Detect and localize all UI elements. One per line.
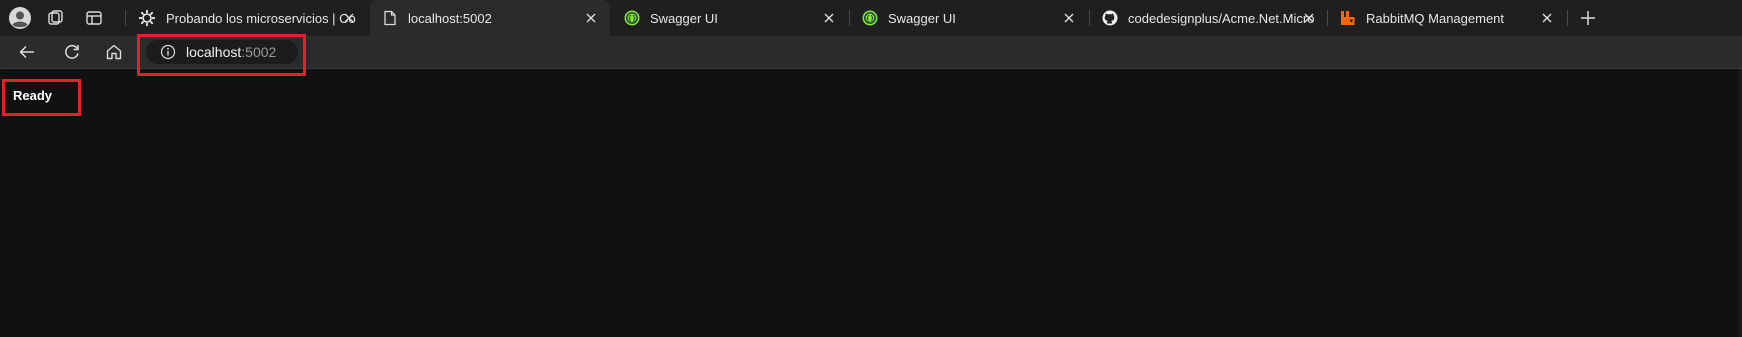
tab-title: Swagger UI <box>650 10 718 26</box>
swagger-icon: {} <box>862 10 878 26</box>
close-tab-icon[interactable] <box>340 9 358 27</box>
page-icon <box>384 10 396 26</box>
rabbitmq-icon <box>1341 11 1355 25</box>
home-button[interactable] <box>99 38 129 66</box>
svg-text:{}: {} <box>628 15 636 23</box>
page-content <box>4 69 1742 337</box>
tab-title: localhost:5002 <box>408 10 492 26</box>
tab-rabbitmq[interactable]: RabbitMQ Management <box>1328 0 1566 36</box>
tab-github[interactable]: codedesignplus/Acme.Net.Micros <box>1090 0 1328 36</box>
tab-localhost[interactable]: localhost:5002 <box>370 0 610 36</box>
tab-title: RabbitMQ Management <box>1366 10 1505 26</box>
home-icon <box>106 44 122 60</box>
refresh-button[interactable] <box>57 38 87 66</box>
refresh-icon <box>65 44 79 59</box>
close-tab-icon[interactable] <box>1060 9 1078 27</box>
tab-title: Probando los microservicios | Codi <box>166 10 356 26</box>
svg-text:{}: {} <box>866 15 874 23</box>
tab-title: codedesignplus/Acme.Net.Micros <box>1128 10 1314 26</box>
swagger-icon: {} <box>624 10 640 26</box>
close-tab-icon[interactable] <box>1538 9 1556 27</box>
profile-button[interactable] <box>4 3 36 33</box>
ready-highlight-box <box>2 79 81 116</box>
tab-probando[interactable]: Probando los microservicios | Codi <box>126 0 368 36</box>
tab-actions-icon <box>86 11 102 25</box>
tab-swagger-2[interactable]: {} Swagger UI <box>850 0 1088 36</box>
close-tab-icon[interactable] <box>1300 9 1318 27</box>
tab-title: Swagger UI <box>888 10 956 26</box>
gear-icon <box>139 10 155 26</box>
scrollbar[interactable] <box>1738 69 1742 337</box>
new-tab-button[interactable] <box>1573 3 1603 33</box>
back-button[interactable] <box>12 38 42 66</box>
plus-icon <box>1581 11 1595 25</box>
avatar-icon <box>9 7 31 29</box>
back-arrow-icon <box>19 45 34 59</box>
close-tab-icon[interactable] <box>820 9 838 27</box>
tab-swagger-1[interactable]: {} Swagger UI <box>612 0 848 36</box>
close-tab-icon[interactable] <box>582 9 600 27</box>
tab-strip: Probando los microservicios | Codi local… <box>0 0 1742 36</box>
workspaces-icon <box>48 10 63 25</box>
address-highlight-box <box>137 34 306 76</box>
github-icon <box>1102 10 1118 26</box>
vertical-tabs-button[interactable] <box>78 3 110 33</box>
workspaces-button[interactable] <box>40 3 72 33</box>
